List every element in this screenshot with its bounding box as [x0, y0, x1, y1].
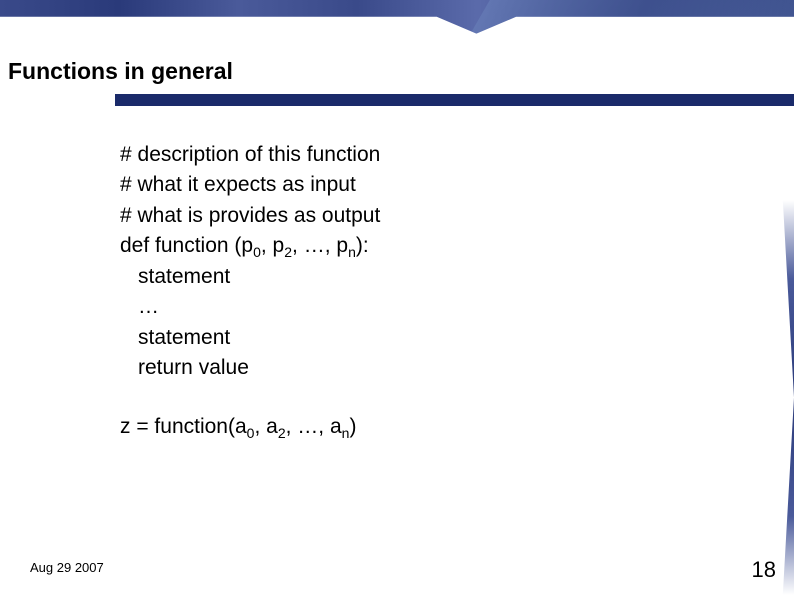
footer-date: Aug 29 2007	[30, 560, 104, 575]
slide-body: # description of this function # what it…	[120, 140, 380, 442]
slide-title: Functions in general	[8, 58, 233, 85]
subscript: 2	[278, 425, 286, 441]
subscript: 0	[253, 245, 261, 261]
code-line: statement	[120, 262, 380, 292]
code-line: return value	[120, 353, 380, 383]
code-line: z = function(a0, a2, …, an)	[120, 412, 380, 442]
text: )	[349, 415, 356, 438]
header-accent	[0, 0, 794, 48]
code-line: def function (p0, p2, …, pn):	[120, 231, 380, 261]
code-line: # what is provides as output	[120, 201, 380, 231]
subscript: n	[348, 245, 356, 261]
text: , …, a	[286, 415, 342, 438]
title-divider	[0, 94, 794, 106]
spacer	[120, 384, 380, 412]
subscript: 2	[284, 245, 292, 261]
text: , …, p	[292, 234, 348, 257]
text: z = function(a	[120, 415, 247, 438]
code-line: statement	[120, 323, 380, 353]
code-line: …	[120, 292, 380, 322]
text: , a	[254, 415, 277, 438]
side-accent	[766, 200, 794, 595]
code-line: # what it expects as input	[120, 170, 380, 200]
text: , p	[261, 234, 284, 257]
page-number: 18	[752, 557, 776, 583]
text: def function (p	[120, 234, 253, 257]
code-line: # description of this function	[120, 140, 380, 170]
text: ):	[356, 234, 369, 257]
